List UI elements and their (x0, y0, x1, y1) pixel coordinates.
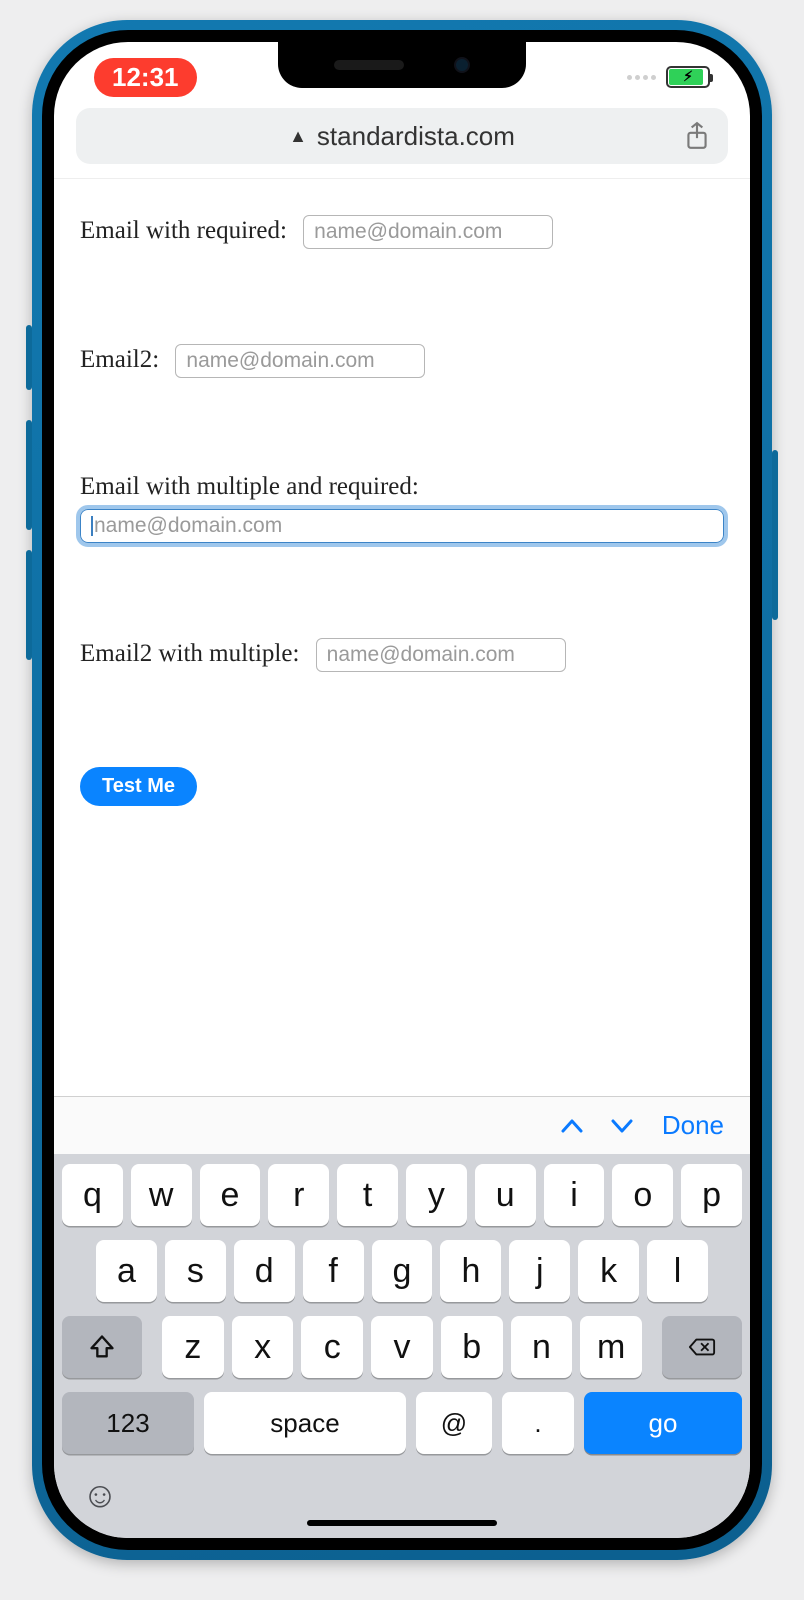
url-domain: standardista.com (317, 121, 515, 152)
email2-multiple-label: Email2 with multiple: (80, 640, 299, 667)
key-c[interactable]: c (301, 1316, 363, 1378)
shift-key[interactable] (62, 1316, 142, 1378)
key-i[interactable]: i (544, 1164, 605, 1226)
key-q[interactable]: q (62, 1164, 123, 1226)
key-r[interactable]: r (268, 1164, 329, 1226)
next-field-button[interactable] (610, 1117, 634, 1135)
key-v[interactable]: v (371, 1316, 433, 1378)
key-e[interactable]: e (200, 1164, 261, 1226)
space-key[interactable]: space (204, 1392, 406, 1454)
status-time-recording[interactable]: 12:31 (94, 58, 197, 97)
not-secure-icon: ▲ (289, 126, 307, 147)
numbers-key[interactable]: 123 (62, 1392, 194, 1454)
key-s[interactable]: s (165, 1240, 226, 1302)
key-u[interactable]: u (475, 1164, 536, 1226)
email-required-input[interactable]: name@domain.com (303, 215, 553, 249)
key-y[interactable]: y (406, 1164, 467, 1226)
email-required-label: Email with required: (80, 217, 287, 244)
key-k[interactable]: k (578, 1240, 639, 1302)
key-f[interactable]: f (303, 1240, 364, 1302)
email-multiple-required-input[interactable]: name@domain.com (80, 509, 724, 543)
email2-multiple-input[interactable]: name@domain.com (316, 638, 566, 672)
key-l[interactable]: l (647, 1240, 708, 1302)
key-g[interactable]: g (372, 1240, 433, 1302)
address-bar[interactable]: ▲ standardista.com (76, 108, 728, 164)
share-icon[interactable] (684, 121, 710, 151)
key-b[interactable]: b (441, 1316, 503, 1378)
email2-label: Email2: (80, 346, 159, 373)
dot-key[interactable]: . (502, 1392, 574, 1454)
key-d[interactable]: d (234, 1240, 295, 1302)
key-p[interactable]: p (681, 1164, 742, 1226)
prev-field-button[interactable] (560, 1117, 584, 1135)
email-multiple-required-label: Email with multiple and required: (80, 473, 419, 500)
key-h[interactable]: h (440, 1240, 501, 1302)
go-key[interactable]: go (584, 1392, 742, 1454)
key-t[interactable]: t (337, 1164, 398, 1226)
home-indicator[interactable] (307, 1520, 497, 1526)
keyboard: qwertyuiop asdfghjkl zxcvbnm 123 space (54, 1154, 750, 1538)
key-a[interactable]: a (96, 1240, 157, 1302)
cellular-indicator (627, 75, 656, 80)
key-z[interactable]: z (162, 1316, 224, 1378)
key-w[interactable]: w (131, 1164, 192, 1226)
keyboard-done-button[interactable]: Done (662, 1110, 724, 1141)
backspace-key[interactable] (662, 1316, 742, 1378)
test-me-button[interactable]: Test Me (80, 767, 197, 806)
web-content[interactable]: Email with required: name@domain.com Ema… (54, 179, 750, 1096)
key-o[interactable]: o (612, 1164, 673, 1226)
battery-indicator: ⚡︎ (666, 66, 710, 88)
key-n[interactable]: n (511, 1316, 573, 1378)
key-x[interactable]: x (232, 1316, 294, 1378)
at-key[interactable]: @ (416, 1392, 492, 1454)
email2-input[interactable]: name@domain.com (175, 344, 425, 378)
key-j[interactable]: j (509, 1240, 570, 1302)
emoji-key[interactable]: ☺ (80, 1474, 120, 1514)
key-m[interactable]: m (580, 1316, 642, 1378)
